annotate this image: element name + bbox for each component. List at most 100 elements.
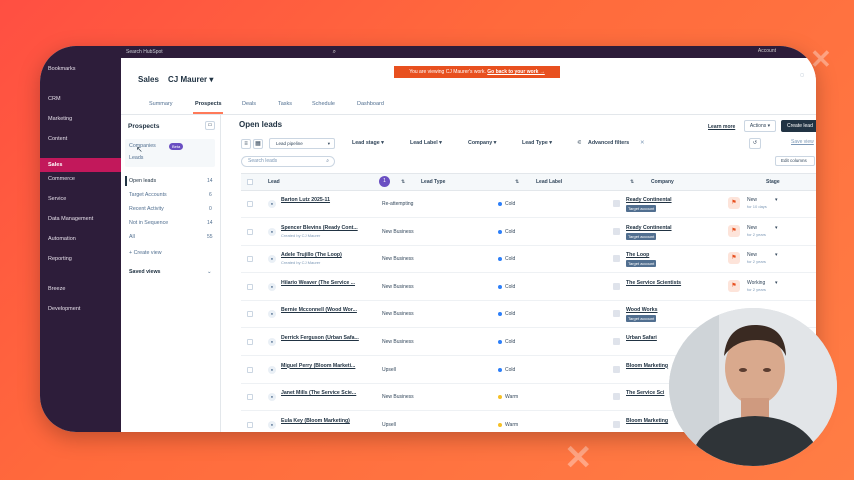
go-back-link[interactable]: Go back to your work → — [487, 69, 545, 75]
row-checkbox[interactable] — [247, 311, 253, 318]
view-target-accounts[interactable]: Target Accounts — [129, 192, 167, 198]
pipeline-select[interactable]: Lead pipeline ▾ — [269, 138, 335, 149]
user-switcher[interactable]: CJ Maurer ▾ — [168, 75, 213, 84]
table-row[interactable]: ● Spencer Blevins (Ready Cont... Created b… — [241, 219, 816, 246]
object-leads[interactable]: Leads — [129, 155, 143, 161]
chevron-down-icon[interactable]: ▾ — [775, 252, 778, 258]
sidebar-item-bookmarks[interactable]: Bookmarks — [48, 66, 76, 72]
column-header-lead[interactable]: Lead — [268, 179, 280, 185]
list-view-icon[interactable]: ≡ — [241, 139, 251, 149]
filter-lead-type[interactable]: Lead Type ▾ — [522, 140, 552, 146]
lead-name-link[interactable]: Spencer Blevins (Ready Cont... — [281, 225, 358, 231]
settings-icon[interactable]: ◌ — [800, 72, 804, 79]
create-lead-button[interactable]: Create lead — [781, 120, 816, 132]
row-checkbox[interactable] — [247, 228, 253, 235]
table-row[interactable]: ● Barton Lutz 2025-11 Re-attempting Cold Rea… — [241, 191, 816, 218]
search-leads-input[interactable]: Search leads ⌕ — [241, 156, 335, 167]
stage-dropdown[interactable]: New — [747, 225, 757, 231]
sidebar-item-data-management[interactable]: Data Management — [48, 216, 93, 222]
chevron-down-icon[interactable]: ▾ — [775, 280, 778, 286]
tab-prospects[interactable]: Prospects — [195, 101, 222, 107]
actions-dropdown[interactable]: Actions ▾ — [744, 120, 776, 132]
sort-icon[interactable]: ⇅ — [515, 179, 519, 185]
save-view-button[interactable]: Save view — [791, 139, 814, 145]
sidebar-item-marketing[interactable]: Marketing — [48, 116, 72, 122]
lead-name-link[interactable]: Miguel Perry (Bloom Marketi... — [281, 363, 355, 369]
stage-dropdown[interactable]: New — [747, 252, 757, 258]
clear-filters-icon[interactable]: ✕ — [640, 140, 644, 146]
lead-name-link[interactable]: Janet Mills (The Service Scie... — [281, 390, 356, 396]
table-row[interactable]: ● Adele Trujillo (The Loop) Created by CJ … — [241, 246, 816, 274]
global-search-input[interactable]: Search HubSpot ⌕ — [120, 48, 340, 56]
chevron-down-icon[interactable]: ▾ — [775, 197, 778, 203]
board-view-icon[interactable]: ▦ — [253, 139, 263, 149]
advanced-filters-button[interactable]: Advanced filters — [588, 140, 629, 146]
row-checkbox[interactable] — [247, 201, 253, 207]
lead-name-link[interactable]: Eula Key (Bloom Marketing) — [281, 418, 350, 424]
filter-lead-stage[interactable]: Lead stage ▾ — [352, 140, 384, 146]
sidebar-item-breeze[interactable]: Breeze — [48, 286, 65, 292]
collapse-panel-icon[interactable]: ▭ — [205, 121, 215, 130]
chevron-down-icon[interactable]: ▾ — [775, 225, 778, 231]
learn-more-link[interactable]: Learn more — [708, 124, 735, 130]
row-checkbox[interactable] — [247, 283, 253, 290]
view-open-leads[interactable]: Open leads — [129, 178, 156, 184]
column-header-company[interactable]: Company — [651, 179, 674, 185]
row-checkbox[interactable] — [247, 366, 253, 373]
avatar: ● — [268, 365, 276, 374]
lead-name-link[interactable]: Bernie Mcconnell (Wood Wor... — [281, 307, 357, 313]
company-link[interactable]: Ready Continental — [626, 225, 672, 231]
company-link[interactable]: Bloom Marketing — [626, 418, 668, 424]
company-link[interactable]: The Service Sci — [626, 390, 664, 396]
column-header-lead-label[interactable]: Lead Label — [536, 179, 562, 185]
tab-tasks[interactable]: Tasks — [278, 101, 292, 107]
sidebar-item-automation[interactable]: Automation — [48, 236, 76, 242]
filter-lead-label[interactable]: Lead Label ▾ — [410, 140, 442, 146]
sidebar-item-reporting[interactable]: Reporting — [48, 256, 72, 262]
row-checkbox[interactable] — [247, 421, 253, 428]
stage-dropdown[interactable]: Working — [747, 280, 765, 286]
company-link[interactable]: The Service Scientists — [626, 280, 681, 286]
view-recent-activity[interactable]: Recent Activity — [129, 206, 164, 212]
lead-name-link[interactable]: Derrick Ferguson (Urban Safa... — [281, 335, 359, 341]
column-header-stage[interactable]: Stage — [766, 179, 780, 185]
chevron-down-icon[interactable]: ⌄ — [207, 269, 211, 275]
sidebar-item-sales[interactable]: Sales — [48, 162, 62, 168]
tab-deals[interactable]: Deals — [242, 101, 256, 107]
row-checkbox[interactable] — [247, 339, 253, 345]
tab-summary[interactable]: Summary — [149, 101, 173, 107]
stage-dropdown[interactable]: New — [747, 197, 757, 203]
company-link[interactable]: Bloom Marketing — [626, 363, 668, 369]
table-row[interactable]: ● Hilario Weaver (The Service ... New Busi… — [241, 274, 816, 301]
sidebar-item-service[interactable]: Service — [48, 196, 66, 202]
lead-name-link[interactable]: Barton Lutz 2025-11 — [281, 197, 330, 203]
lead-name-link[interactable]: Adele Trujillo (The Loop) — [281, 252, 342, 258]
account-menu[interactable]: Account — [758, 48, 776, 54]
sidebar-item-crm[interactable]: CRM — [48, 96, 61, 102]
saved-views-header[interactable]: Saved views — [129, 269, 161, 275]
tab-dashboard[interactable]: Dashboard — [357, 101, 384, 107]
lead-name-link[interactable]: Hilario Weaver (The Service ... — [281, 280, 355, 286]
company-link[interactable]: The Loop — [626, 252, 649, 258]
onboarding-step-badge[interactable]: 1 — [379, 176, 390, 187]
row-checkbox[interactable] — [247, 256, 253, 263]
create-view-link[interactable]: + Create view — [129, 250, 162, 256]
sidebar-item-commerce[interactable]: Commerce — [48, 176, 75, 182]
edit-columns-button[interactable]: Edit columns — [775, 156, 815, 166]
view-not-in-sequence[interactable]: Not in Sequence — [129, 220, 168, 226]
select-all-checkbox[interactable] — [247, 179, 253, 185]
company-link[interactable]: Urban Safari — [626, 335, 657, 341]
undo-icon[interactable]: ↺ — [749, 138, 761, 149]
label-status-dot — [498, 312, 502, 317]
view-all[interactable]: All — [129, 234, 135, 240]
sort-icon[interactable]: ⇅ — [401, 179, 405, 185]
filter-company[interactable]: Company ▾ — [468, 140, 496, 146]
company-link[interactable]: Wood Works — [626, 307, 658, 313]
company-link[interactable]: Ready Continental — [626, 197, 672, 203]
sort-icon[interactable]: ⇅ — [630, 179, 634, 185]
column-header-lead-type[interactable]: Lead Type — [421, 179, 445, 185]
row-checkbox[interactable] — [247, 394, 253, 401]
sidebar-item-development[interactable]: Development — [48, 306, 80, 312]
sidebar-item-content[interactable]: Content — [48, 136, 67, 142]
tab-schedule[interactable]: Schedule — [312, 101, 335, 107]
